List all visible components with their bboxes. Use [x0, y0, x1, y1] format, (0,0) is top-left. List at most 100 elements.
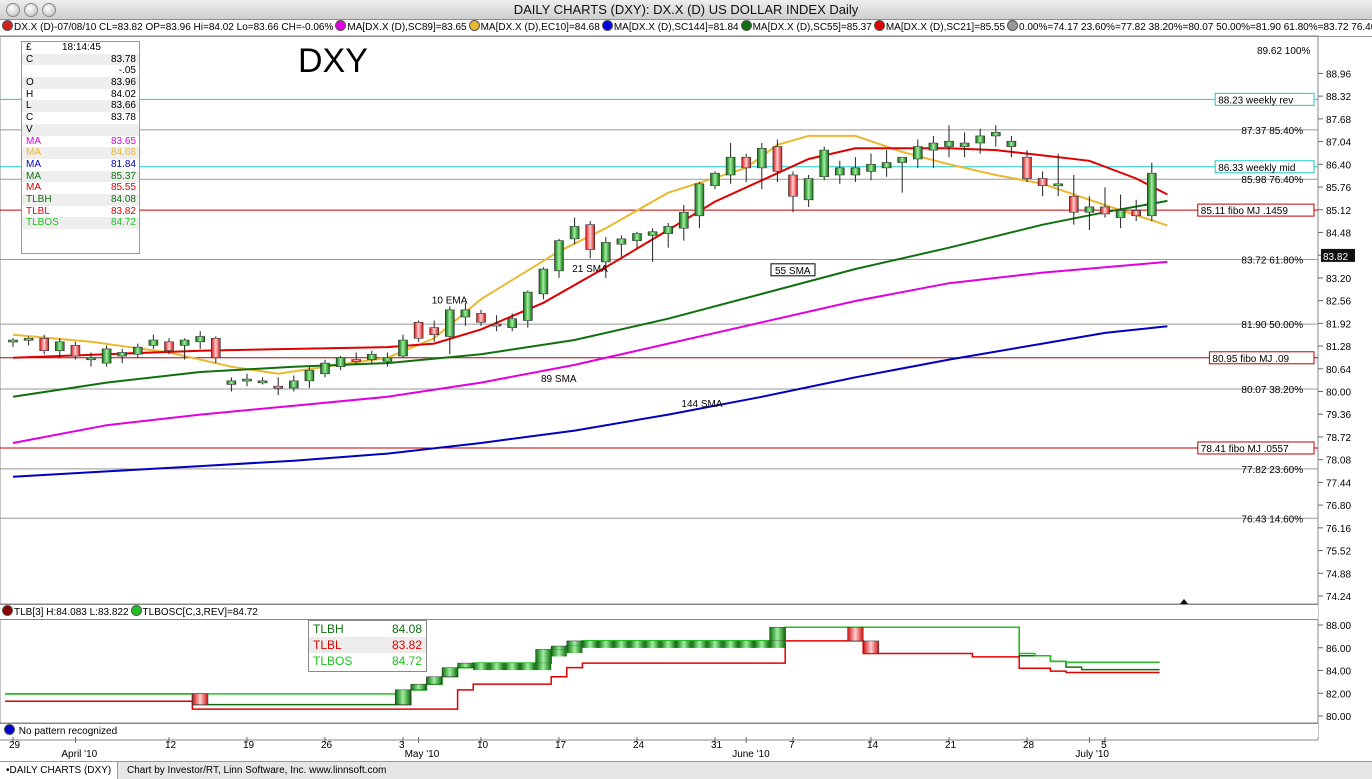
level-label: 78.41 fibo MJ .0557 [1201, 444, 1289, 455]
level-label: 85.11 fibo MJ .1459 [1201, 206, 1289, 217]
chart-tab[interactable]: •DAILY CHARTS (DXY) [0, 762, 119, 779]
tlb-band-segment [520, 663, 536, 671]
candle-body [1084, 206, 1095, 213]
data-window-value: 84.68 [110, 147, 136, 159]
candle-body [1037, 178, 1048, 186]
tlb-line-tlbos [5, 626, 1160, 695]
data-window-value: 83.65 [110, 135, 136, 147]
tlb-band-segment [722, 640, 739, 648]
candle-body [54, 341, 65, 351]
price-axis-label: 81.28 [1326, 342, 1351, 353]
candle-body [304, 369, 315, 382]
data-window-value: 83.66 [110, 100, 136, 112]
candle-body [725, 156, 736, 176]
data-window-value: 83.78 [110, 112, 136, 124]
candle-body [70, 345, 81, 357]
tlb-line-tlbl [5, 640, 1160, 710]
candle-body [710, 172, 720, 186]
price-axis-label: 74.24 [1326, 592, 1351, 603]
candle-body [211, 337, 221, 359]
tlb-band-segment [598, 640, 614, 648]
time-axis-label: 5 [1101, 740, 1107, 751]
price-axis-label: 87.68 [1326, 115, 1351, 126]
candle-body [382, 357, 393, 362]
candle-body [320, 362, 330, 375]
candle-body [507, 318, 518, 328]
candle-body [663, 226, 674, 234]
tlb-band-segment [660, 640, 676, 648]
status-bar: •DAILY CHARTS (DXY) Chart by Investor/RT… [0, 761, 1372, 779]
time-axis-label: 31 [711, 740, 723, 751]
candle-body [101, 348, 112, 364]
chart-canvas[interactable]: 88.96 88.32 87.68 87.04 86.40 85.76 85.12 84.48… [0, 0, 1372, 778]
data-window-value: 83.96 [110, 77, 136, 89]
tlb-legend-item: TLBOSC[C,3,REV]=84.72 [142, 607, 258, 618]
candle-body [975, 135, 986, 144]
price-axis-label: 88.32 [1326, 92, 1351, 103]
data-window-key: MA [26, 182, 41, 194]
tlb-band-segment [738, 640, 754, 648]
sub-axis-label: 82.00 [1326, 689, 1351, 700]
price-axis-label: 88.96 [1326, 69, 1351, 80]
tlb-row: TLBOS 84.72 [309, 653, 426, 669]
candle-body [850, 167, 861, 176]
level-label: 83.72 61.80% [1241, 255, 1303, 266]
candle-body [819, 149, 830, 178]
candle-body [944, 140, 954, 147]
tlb-brick [550, 645, 568, 650]
candle-body [756, 148, 767, 169]
candle-body [164, 341, 174, 351]
candle-body [1115, 210, 1126, 218]
price-axis-label: 77.44 [1326, 478, 1351, 489]
candle-body [600, 242, 611, 263]
pattern-dot-icon[interactable] [4, 724, 15, 735]
data-window-value: 83.82 [110, 205, 136, 217]
candle-body [538, 268, 549, 295]
candle-body [569, 226, 580, 240]
time-axis-label: June '10 [732, 749, 770, 760]
tlb-brick [394, 689, 412, 705]
tlb-legend-dot-icon[interactable] [2, 605, 13, 616]
tlb-band-segment [551, 649, 567, 657]
price-axis-label: 83.20 [1326, 274, 1351, 285]
tlb-value: 83.82 [391, 638, 422, 652]
price-axis-label: 84.48 [1326, 228, 1351, 239]
ma-annotation: 10 EMA [432, 296, 468, 307]
sub-axis-label: 80.00 [1326, 712, 1351, 723]
price-axis-label: 79.36 [1326, 410, 1351, 421]
data-window-row: TLBOS 84.72 [22, 217, 139, 229]
candle-body [1069, 195, 1079, 213]
time-axis-label: 28 [1023, 740, 1035, 751]
price-axis-label: 76.16 [1326, 524, 1351, 535]
pane-resize-icon[interactable] [1180, 599, 1188, 604]
level-label: 88.23 weekly rev [1218, 95, 1293, 106]
tlb-legend: TLB[3] H:84.083 L:83.822 TLBOSC[C,3,REV]=… [0, 604, 1318, 620]
candle-body [8, 339, 18, 343]
level-label: 76.43 14.60% [1241, 514, 1303, 525]
level-label: 85.98 76.40% [1241, 175, 1303, 186]
ma-annotation: 89 SMA [541, 374, 577, 385]
tlb-brick [847, 627, 864, 642]
time-axis-label: 19 [243, 740, 255, 751]
data-window-key: O [26, 77, 34, 89]
price-axis-label: 75.52 [1326, 547, 1351, 558]
tlb-brick [457, 662, 474, 668]
tlb-brick [192, 693, 209, 705]
price-axis-label: 85.76 [1326, 183, 1351, 194]
tlb-band-segment [754, 640, 770, 648]
top-level-label: 89.62 100% [1257, 46, 1310, 57]
candle-body [788, 174, 798, 197]
tlb-legend-dot-icon[interactable] [130, 605, 142, 616]
tlb-brick [535, 649, 552, 664]
sub-axis-label: 86.00 [1326, 644, 1351, 655]
price-axis-label: 85.12 [1326, 206, 1351, 217]
ma-annotation: 144 SMA [681, 399, 722, 410]
time-axis-label: 17 [555, 740, 567, 751]
pattern-text: No pattern recognized [18, 726, 118, 737]
candle-body [39, 337, 50, 351]
data-window-row: TLBL 83.82 [22, 206, 139, 218]
tlb-key: TLBH [313, 622, 344, 636]
data-window-row: MA 84.68 [22, 147, 139, 159]
candle-body [288, 380, 299, 389]
time-axis-label: 12 [165, 740, 177, 751]
